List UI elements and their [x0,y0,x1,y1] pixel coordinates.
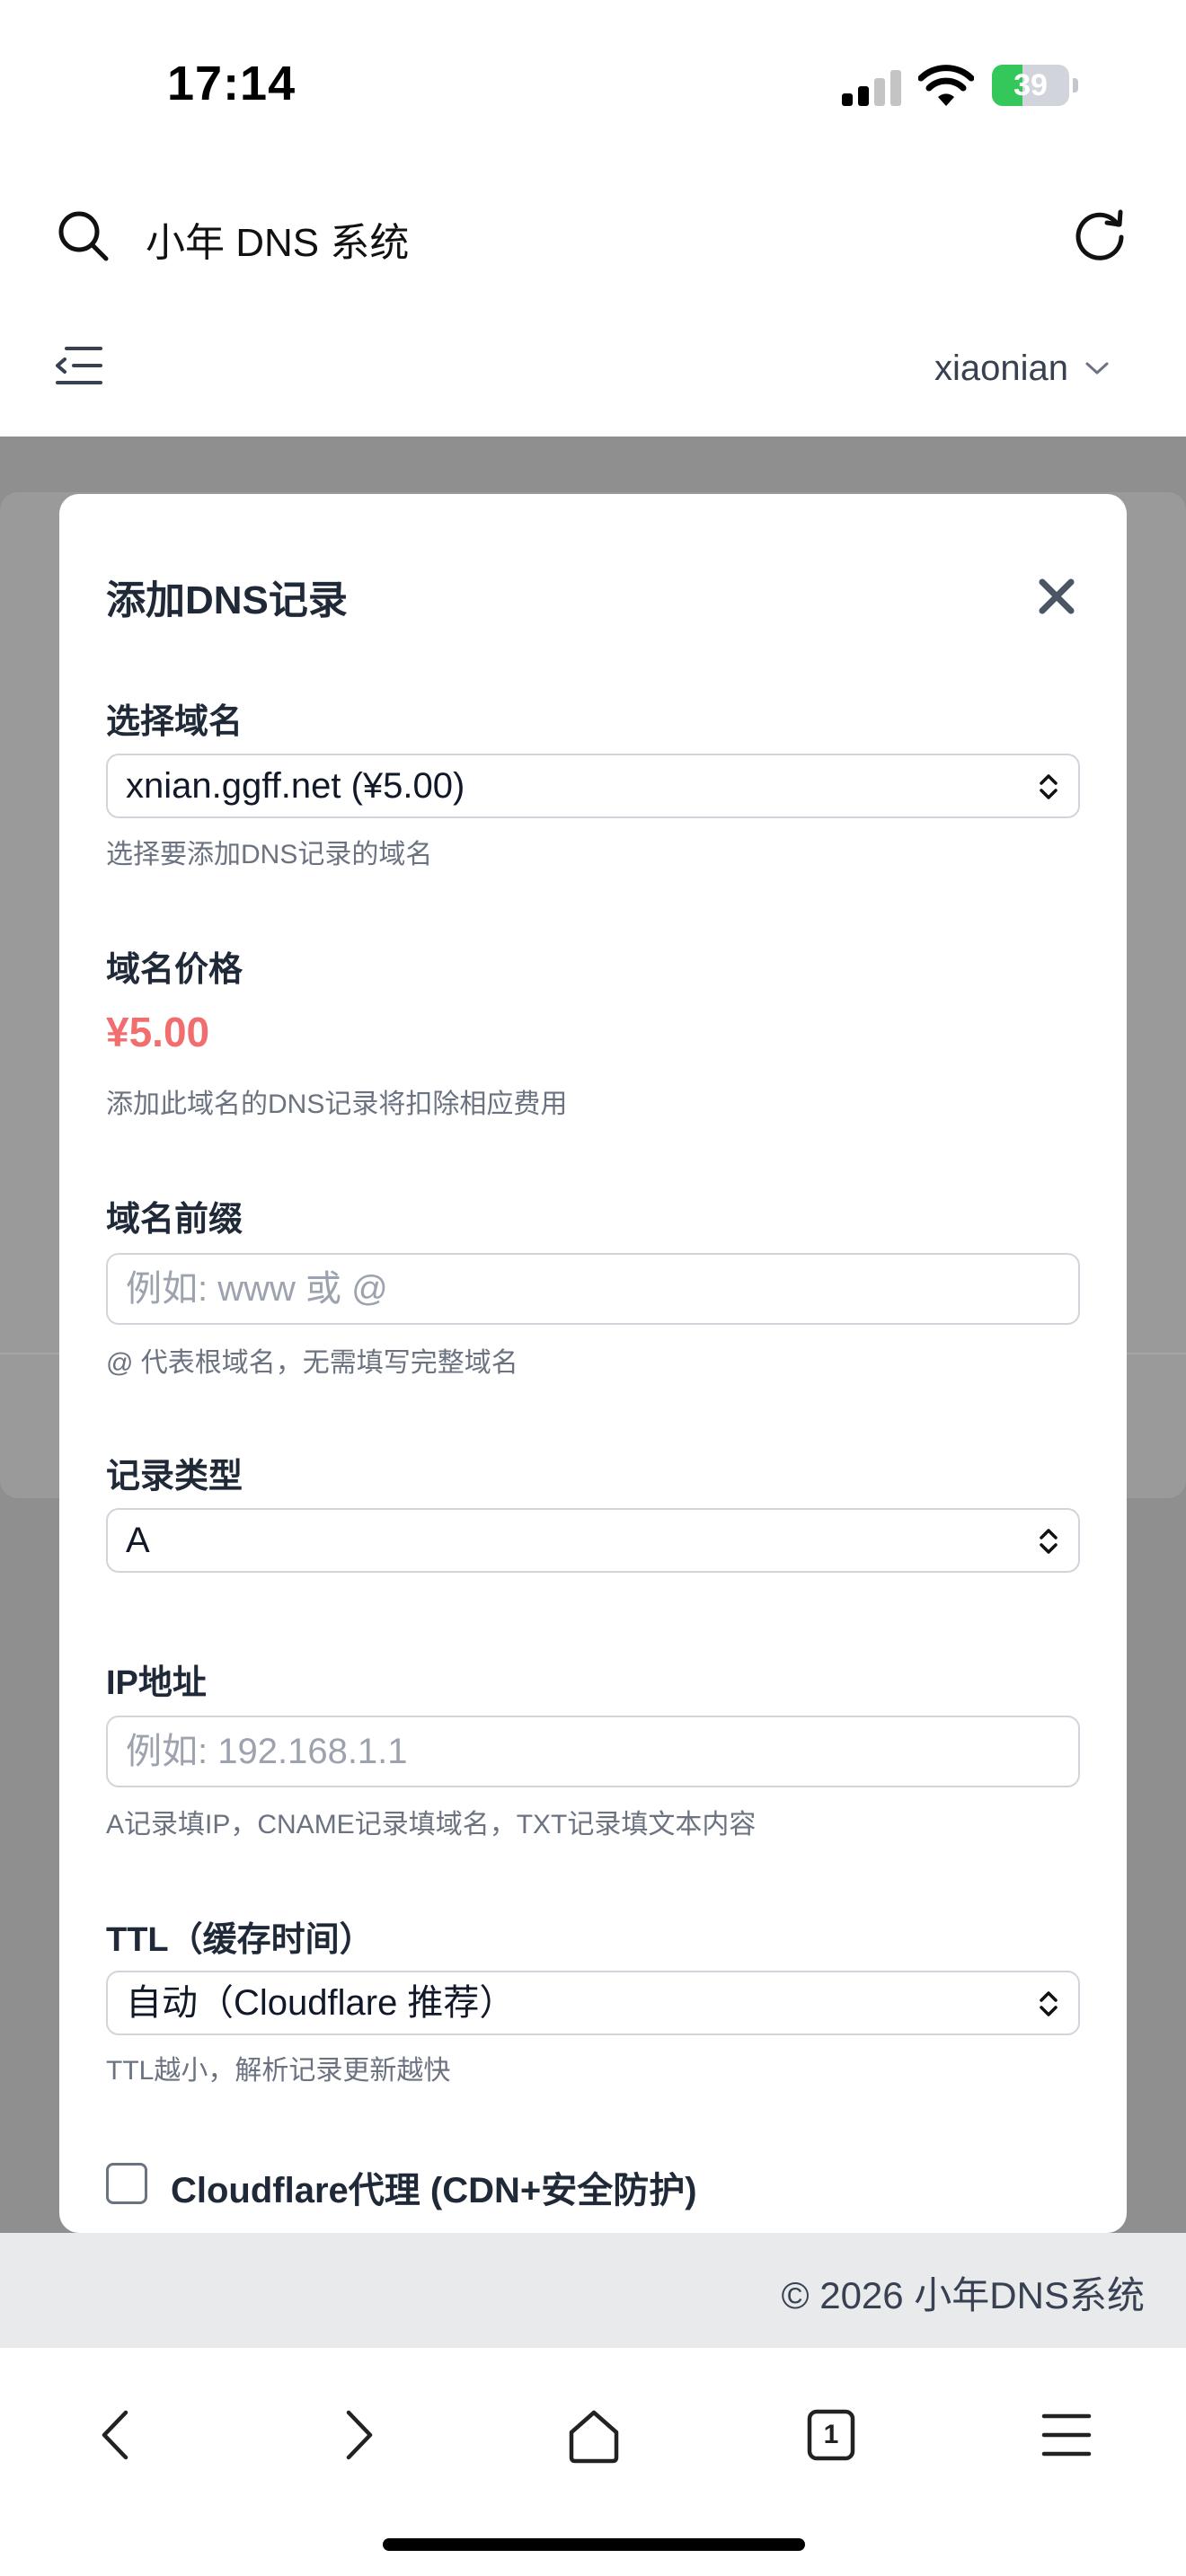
forward-icon[interactable] [325,2404,388,2466]
menu-collapse-icon[interactable] [54,343,102,388]
record-type-value: A [126,1521,150,1560]
ttl-helper: TTL越小，解析记录更新越快 [106,2056,451,2086]
wifi-icon [918,65,974,106]
cellular-signal-icon [842,70,901,106]
modal-title: 添加DNS记录 [106,578,348,622]
back-icon[interactable] [86,2404,149,2466]
ttl-select[interactable]: 自动（Cloudflare 推荐） [106,1971,1080,2035]
page-footer: © 2026 小年DNS系统 [0,2233,1186,2348]
ip-label: IP地址 [106,1664,207,1702]
battery-indicator: 39 [992,65,1078,106]
price-label: 域名价格 [106,951,243,989]
domain-select-label: 选择域名 [106,703,243,741]
proxy-checkbox-label[interactable]: Cloudflare代理 (CDN+安全防护) [171,2161,697,2213]
prefix-input-placeholder: 例如: www 或 @ [126,1269,388,1309]
price-helper: 添加此域名的DNS记录将扣除相应费用 [106,1090,568,1119]
search-icon[interactable] [54,207,111,264]
ttl-value: 自动（Cloudflare 推荐） [126,1983,516,2023]
hamburger-menu-icon[interactable] [1035,2404,1098,2466]
prefix-label: 域名前缀 [106,1201,243,1239]
chevron-down-icon [1085,362,1109,375]
browser-address-bar[interactable]: 小年 DNS 系统 [0,171,1186,296]
select-arrows-icon [1040,1529,1058,1554]
home-icon[interactable] [562,2404,625,2466]
ip-input-placeholder: 例如: 192.168.1.1 [126,1732,408,1771]
select-arrows-icon [1040,1991,1058,2016]
tabs-count: 1 [823,2420,839,2449]
ip-helper: A记录填IP，CNAME记录填域名，TXT记录填文本内容 [106,1810,757,1839]
select-arrows-icon [1040,774,1058,799]
tabs-button[interactable]: 1 [800,2404,863,2466]
domain-select-value: xnian.ggff.net (¥5.00) [126,766,465,806]
domain-select[interactable]: xnian.ggff.net (¥5.00) [106,754,1080,818]
ip-input[interactable]: 例如: 192.168.1.1 [106,1716,1080,1787]
home-indicator [383,2538,805,2551]
add-dns-record-modal: 添加DNS记录 选择域名 xnian.ggff.net (¥5.00) 选择要添… [59,494,1127,2233]
site-header: xiaonian [0,296,1186,437]
status-bar: 17:14 39 [0,0,1186,171]
close-icon[interactable] [1035,575,1078,618]
battery-level: 39 [1013,68,1048,102]
footer-copyright: © 2026 小年DNS系统 [781,2274,1145,2316]
proxy-checkbox[interactable] [106,2163,147,2204]
address-bar-title[interactable]: 小年 DNS 系统 [146,210,409,268]
browser-toolbar: 1 [0,2348,1186,2576]
domain-select-helper: 选择要添加DNS记录的域名 [106,840,433,869]
reload-icon[interactable] [1071,205,1128,262]
status-time: 17:14 [167,57,296,110]
record-type-label: 记录类型 [106,1458,243,1495]
price-value: ¥5.00 [106,1009,210,1055]
ttl-label: TTL（缓存时间） [106,1921,374,1959]
prefix-helper: @ 代表根域名，无需填写完整域名 [106,1348,518,1378]
username-label: xiaonian [934,348,1069,388]
record-type-select[interactable]: A [106,1508,1080,1573]
prefix-input[interactable]: 例如: www 或 @ [106,1253,1080,1325]
user-dropdown[interactable]: xiaonian [934,341,1110,395]
